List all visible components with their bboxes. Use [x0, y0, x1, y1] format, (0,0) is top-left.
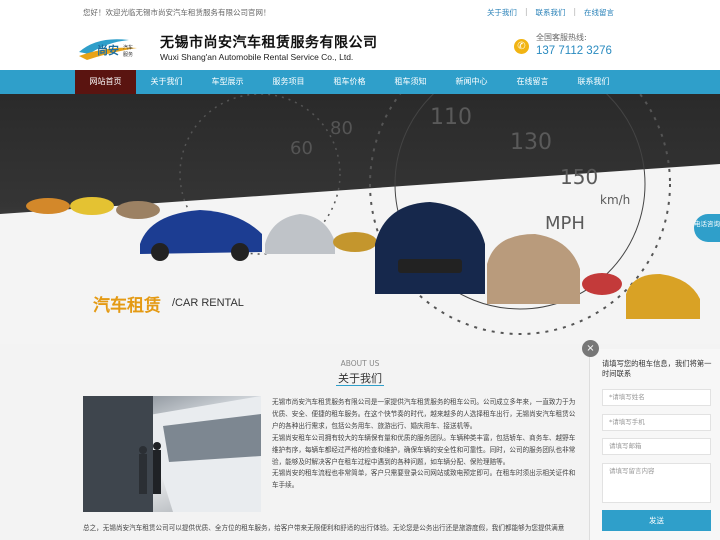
message-field[interactable]: 请填写留言内容 — [602, 463, 711, 503]
svg-text:80: 80 — [330, 118, 353, 139]
phone-field[interactable]: *请填写手机 — [602, 414, 711, 431]
nav-item-home[interactable]: 网站首页 — [75, 70, 136, 94]
name-field[interactable]: *请填写姓名 — [602, 389, 711, 406]
hero-banner[interactable]: 60 80 110 130 150 MPH km/h 汽车租赁 /CAR REN… — [0, 94, 720, 344]
about-photo — [83, 396, 261, 512]
divider: | — [573, 7, 576, 16]
svg-text:60: 60 — [290, 138, 313, 159]
svg-text:150: 150 — [560, 165, 598, 189]
banner-tagline-en: /CAR RENTAL — [172, 297, 244, 309]
svg-text:km/h: km/h — [600, 193, 630, 207]
main-nav: 网站首页 关于我们 车型展示 服务项目 租车价格 租车须知 新闻中心 在线留言 … — [0, 70, 720, 94]
about-paragraph: 优质、安全、便捷的租车服务。在这个快节奏的时代，越来越多的人选择租车出行，无锡尚… — [272, 409, 576, 418]
divider: | — [524, 7, 528, 16]
hotline-label: 全国客服热线: — [536, 33, 587, 42]
about-paragraph: 车手续。 — [272, 481, 299, 490]
about-paragraph: 维护有序，每辆车都经过严格的检查和维护，确保车辆的安全性和可靠性。同时，公司的服… — [272, 445, 576, 454]
nav-item-news[interactable]: 新闻中心 — [441, 70, 502, 94]
minibus-photo — [83, 396, 261, 512]
phone-icon: ✆ — [514, 39, 529, 54]
nav-item-services[interactable]: 服务项目 — [258, 70, 319, 94]
about-paragraph: 无锡尚安租车公司拥有较大的车辆保有量和优质的服务团队。车辆种类丰富，包括轿车、商… — [272, 433, 576, 442]
nav-item-models[interactable]: 车型展示 — [197, 70, 258, 94]
top-links: 关于我们 | 联系我们 | 在线留言 — [487, 7, 614, 18]
hotline-number[interactable]: 137 7112 3276 — [536, 45, 612, 57]
close-icon[interactable]: × — [582, 340, 599, 357]
nav-item-message[interactable]: 在线留言 — [502, 70, 563, 94]
about-text: 无锡市尚安汽车租赁服务有限公司是一家提供汽车租赁服务的租车公司。公司成立多年来，… — [272, 397, 590, 492]
svg-text:尚安: 尚安 — [97, 43, 119, 57]
svg-text:MPH: MPH — [545, 213, 585, 234]
welcome-text: 您好！欢迎光临无锡市尚安汽车租赁服务有限公司官网！ — [83, 8, 271, 17]
banner-tagline-cn: 汽车租赁 — [93, 296, 161, 316]
send-button[interactable]: 发送 — [602, 510, 711, 531]
about-paragraph: 无锡市尚安汽车租赁服务有限公司是一家提供汽车租赁服务的租车公司。公司成立多年来，… — [272, 398, 576, 406]
contact-form-panel: × 请填写您的租车信息，我们将第一时间联系 *请填写姓名 *请填写手机 请填写邮… — [582, 340, 720, 540]
phone-consult-bubble[interactable]: 电话咨询 — [694, 214, 720, 242]
top-link-contact[interactable]: 联系我们 — [535, 7, 565, 18]
svg-text:110: 110 — [430, 105, 472, 130]
svg-text:服务: 服务 — [123, 51, 133, 58]
company-name-en: Wuxi Shang'an Automobile Rental Service … — [160, 52, 354, 62]
about-paragraph: 验，能够及时解决客户在租车过程中遇到的各种问题，如车辆分配、保险理赔等。 — [272, 457, 510, 466]
company-logo[interactable]: 尚安 汽车 服务 — [77, 32, 155, 64]
svg-text:汽车: 汽车 — [123, 44, 133, 51]
email-field[interactable]: 请填写邮箱 — [602, 438, 711, 455]
header: 尚安 汽车 服务 无锡市尚安汽车租赁服务有限公司 Wuxi Shang'an A… — [0, 22, 720, 70]
top-bar: 您好！欢迎光临无锡市尚安汽车租赁服务有限公司官网！ 关于我们 | 联系我们 | … — [0, 0, 720, 22]
about-paragraph: 户的各种出行需求，包括公务用车、旅游出行、婚庆用车、接送机等。 — [272, 421, 477, 430]
nav-item-about[interactable]: 关于我们 — [136, 70, 197, 94]
nav-item-contact[interactable]: 联系我们 — [563, 70, 624, 94]
about-paragraph: 无锡尚安的租车流程也非常简单，客户只需要登录公司网站或致电预定即可。在租车时须出… — [272, 469, 576, 478]
divider — [336, 385, 384, 386]
top-link-about[interactable]: 关于我们 — [487, 7, 517, 18]
nav-item-notice[interactable]: 租车须知 — [380, 70, 441, 94]
form-title: 请填写您的租车信息，我们将第一时间联系 — [602, 359, 712, 378]
top-link-message[interactable]: 在线留言 — [584, 7, 614, 18]
nav-item-prices[interactable]: 租车价格 — [319, 70, 380, 94]
svg-text:130: 130 — [510, 130, 552, 155]
company-name-cn: 无锡市尚安汽车租赁服务有限公司 — [160, 35, 378, 51]
about-footer-line: 总之，无锡尚安汽车租赁公司可以提供优质、全方位的租车服务，给客户带来无限便利和舒… — [83, 524, 565, 532]
